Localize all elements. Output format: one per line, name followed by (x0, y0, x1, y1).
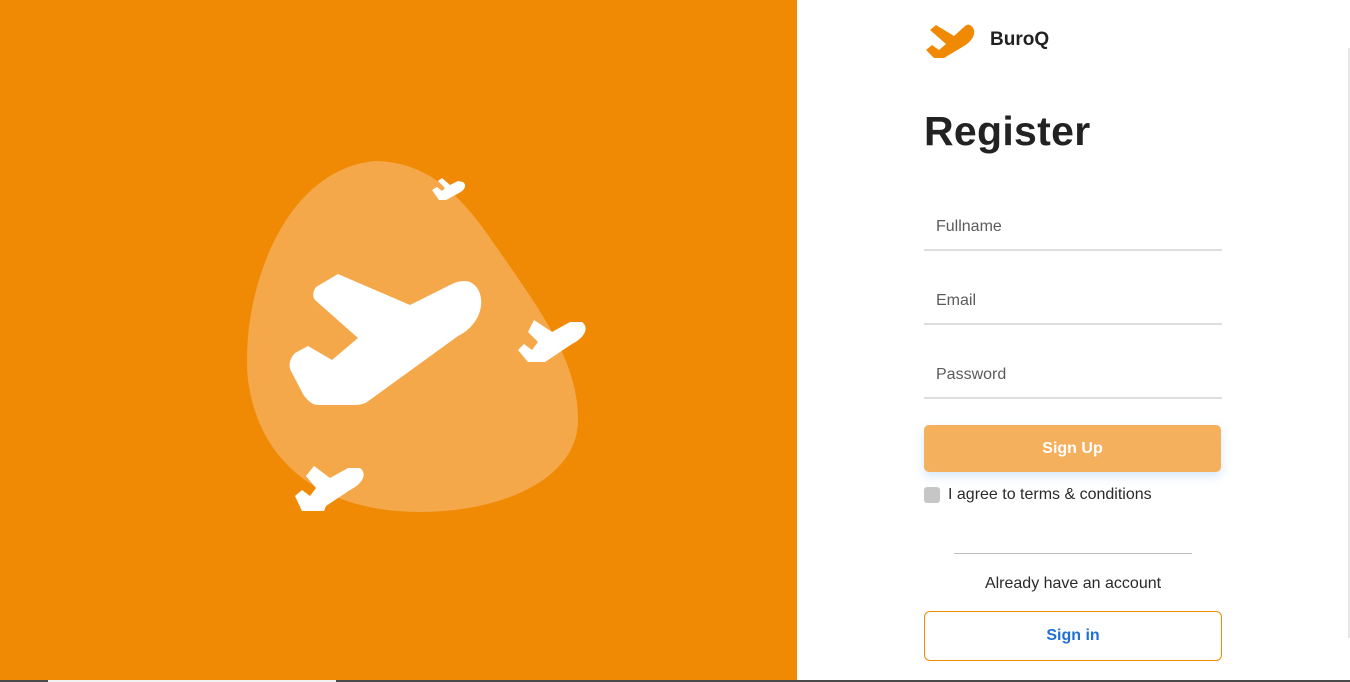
sign-in-button[interactable]: Sign in (924, 611, 1222, 661)
terms-checkbox[interactable] (924, 487, 940, 503)
divider (954, 553, 1192, 554)
already-have-account-text: Already have an account (984, 575, 1162, 592)
airplane-illustration (247, 161, 586, 512)
sign-up-button[interactable]: Sign Up (924, 425, 1221, 472)
airplane-icon (926, 24, 975, 58)
fullname-field[interactable] (924, 205, 1222, 251)
page-title: Register (924, 108, 1091, 154)
terms-label: I agree to terms & conditions (948, 486, 1152, 503)
password-field[interactable] (924, 353, 1222, 399)
register-page: BuroQ Register Sign Up I agree to terms … (0, 0, 1350, 682)
hero-panel (0, 0, 797, 682)
brand-name: BuroQ (990, 29, 1050, 50)
brand[interactable]: BuroQ (924, 20, 1049, 60)
terms-row: I agree to terms & conditions (924, 486, 1152, 504)
email-field[interactable] (924, 279, 1222, 325)
